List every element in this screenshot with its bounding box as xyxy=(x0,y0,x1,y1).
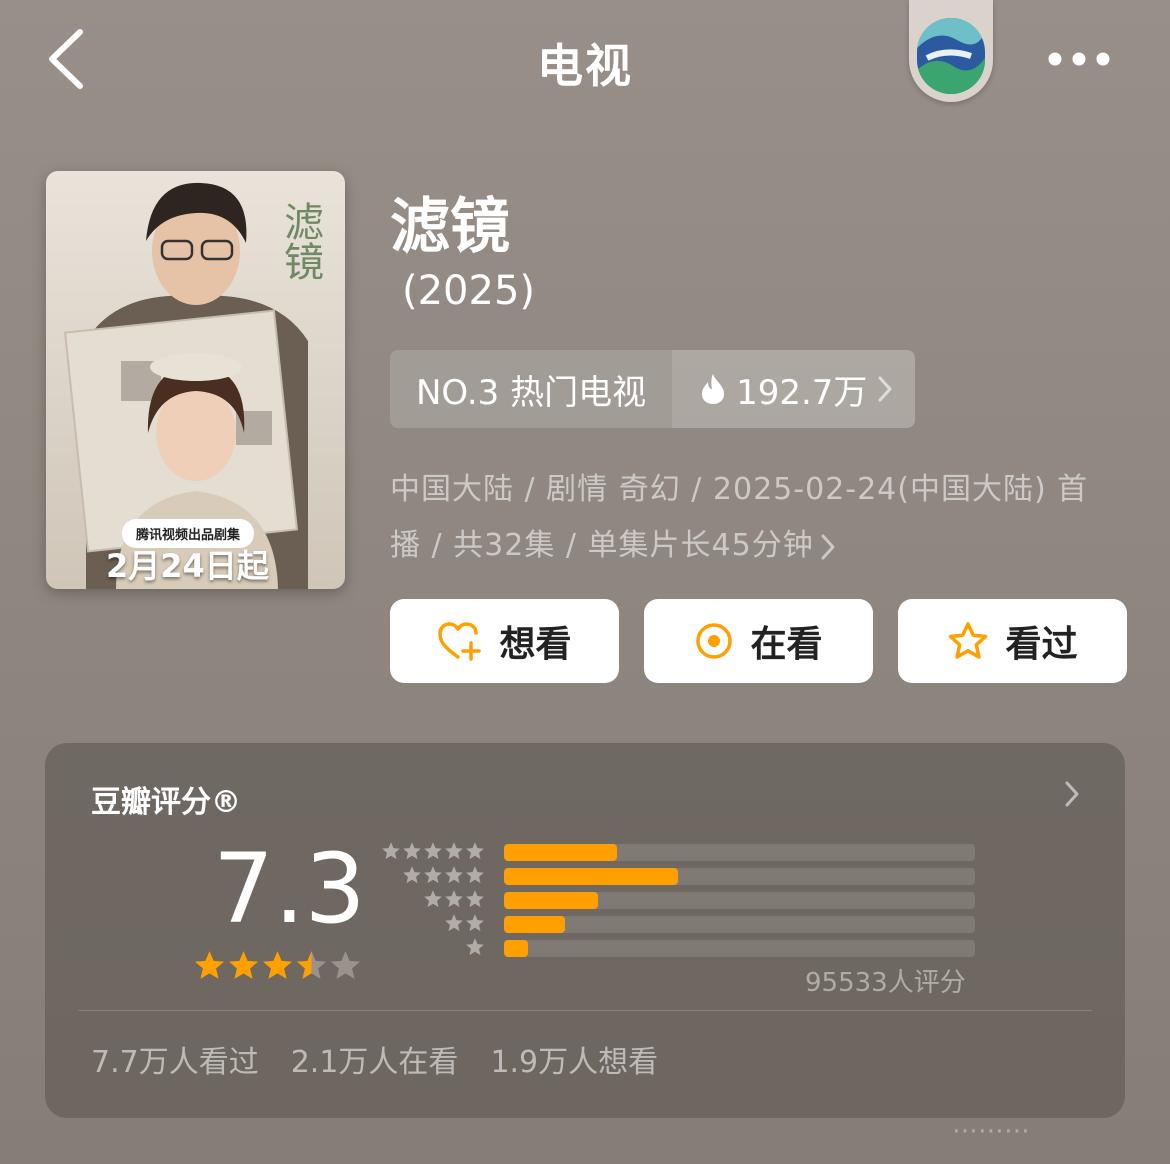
rank-bar[interactable]: NO.3 热门电视 192.7万 xyxy=(390,350,916,428)
dist-bar-5 xyxy=(504,844,618,861)
gray-star-icon xyxy=(403,842,421,860)
gray-star-icon xyxy=(466,842,484,860)
action-buttons: 想看 在看 看过 xyxy=(390,599,1127,683)
rating-heading: 豆瓣评分® xyxy=(91,785,241,820)
want-count: 1.9万人想看 xyxy=(490,1045,659,1080)
rank-label[interactable]: NO.3 热门电视 xyxy=(390,350,673,428)
poster-image[interactable]: 滤镜 腾讯视频出品剧集 2月24日起 xyxy=(46,171,345,589)
gray-star-icon xyxy=(382,842,400,860)
show-meta[interactable]: 中国大陆 / 剧情 奇幻 / 2025-02-24(中国大陆) 首 播 / 共3… xyxy=(390,462,1130,574)
watched-count: 7.7万人看过 xyxy=(91,1045,259,1080)
show-year: (2025) xyxy=(402,268,536,314)
divider xyxy=(78,1010,1092,1011)
watermark: ⋯⋯⋯ xyxy=(952,1116,1030,1146)
rating-star-icon xyxy=(296,951,327,979)
star-outline-icon xyxy=(949,622,988,659)
dist-bar-3 xyxy=(504,892,599,909)
gray-star-icon xyxy=(466,890,484,908)
heart-plus-icon xyxy=(438,622,482,661)
rating-count: 95533人评分 xyxy=(805,968,966,998)
gray-star-icon xyxy=(466,866,484,884)
chevron-right-icon xyxy=(878,376,892,402)
poster-date: 2月24日起 xyxy=(106,547,269,585)
gray-star-icon xyxy=(466,914,484,932)
avatar[interactable] xyxy=(909,0,993,102)
dist-bar-2 xyxy=(504,916,566,933)
dist-bar-track xyxy=(504,916,975,933)
watch-stats: 7.7万人看过 2.1万人在看 1.9万人想看 xyxy=(91,1037,658,1081)
dist-stars-4 xyxy=(402,865,485,885)
want-to-watch-label: 想看 xyxy=(499,624,572,665)
poster-title-art: 滤镜 xyxy=(277,201,323,281)
flame-icon xyxy=(702,374,725,404)
gray-star-icon xyxy=(445,842,463,860)
gray-star-icon xyxy=(424,890,442,908)
want-to-watch-button[interactable]: 想看 xyxy=(390,599,619,683)
dist-bar-track xyxy=(504,892,975,909)
watched-label: 看过 xyxy=(1005,624,1078,665)
gray-star-icon xyxy=(403,866,421,884)
dist-bar-track xyxy=(504,868,975,885)
watching-button[interactable]: 在看 xyxy=(644,599,873,683)
gray-star-icon xyxy=(445,914,463,932)
more-icon[interactable] xyxy=(1046,50,1112,68)
rating-star-icon xyxy=(262,951,293,979)
page-title: 电视 xyxy=(537,39,633,93)
dist-bar-track xyxy=(504,940,975,957)
watching-label: 在看 xyxy=(750,624,823,665)
watching-count: 2.1万人在看 xyxy=(290,1045,459,1080)
dist-stars-2 xyxy=(444,913,485,933)
heat-value: 192.7万 xyxy=(736,372,868,413)
meta-line-1: 中国大陆 / 剧情 奇幻 / 2025-02-24(中国大陆) 首 xyxy=(390,472,1089,507)
meta-line-2: 播 / 共32集 / 单集片长45分钟 xyxy=(390,528,814,563)
rating-star-icon xyxy=(228,951,259,979)
dist-stars-3 xyxy=(423,889,485,909)
gray-star-icon xyxy=(424,866,442,884)
watching-circle-icon xyxy=(696,623,733,659)
chevron-right-icon[interactable] xyxy=(1063,779,1081,809)
heat-button[interactable]: 192.7万 xyxy=(672,350,916,428)
dist-stars-1 xyxy=(465,937,485,957)
rating-score: 7.3 xyxy=(213,833,366,945)
score-stars xyxy=(193,949,362,982)
show-title: 滤镜 xyxy=(390,192,510,262)
gray-star-icon xyxy=(445,866,463,884)
chevron-right-icon xyxy=(821,534,835,559)
rating-star-icon xyxy=(330,951,361,979)
gray-star-icon xyxy=(445,890,463,908)
dist-stars-5 xyxy=(381,841,485,861)
dist-bar-1 xyxy=(504,940,528,957)
rating-star-icon xyxy=(194,951,225,979)
watched-button[interactable]: 看过 xyxy=(898,599,1127,683)
gray-star-icon xyxy=(424,842,442,860)
dist-bar-4 xyxy=(504,868,679,885)
dist-bar-track xyxy=(504,844,975,861)
gray-star-icon xyxy=(466,938,484,956)
rating-card[interactable]: 豆瓣评分® 7.3 95533人评分 7.7万人看过 2.1万人在看 1.9万人… xyxy=(45,743,1125,1118)
